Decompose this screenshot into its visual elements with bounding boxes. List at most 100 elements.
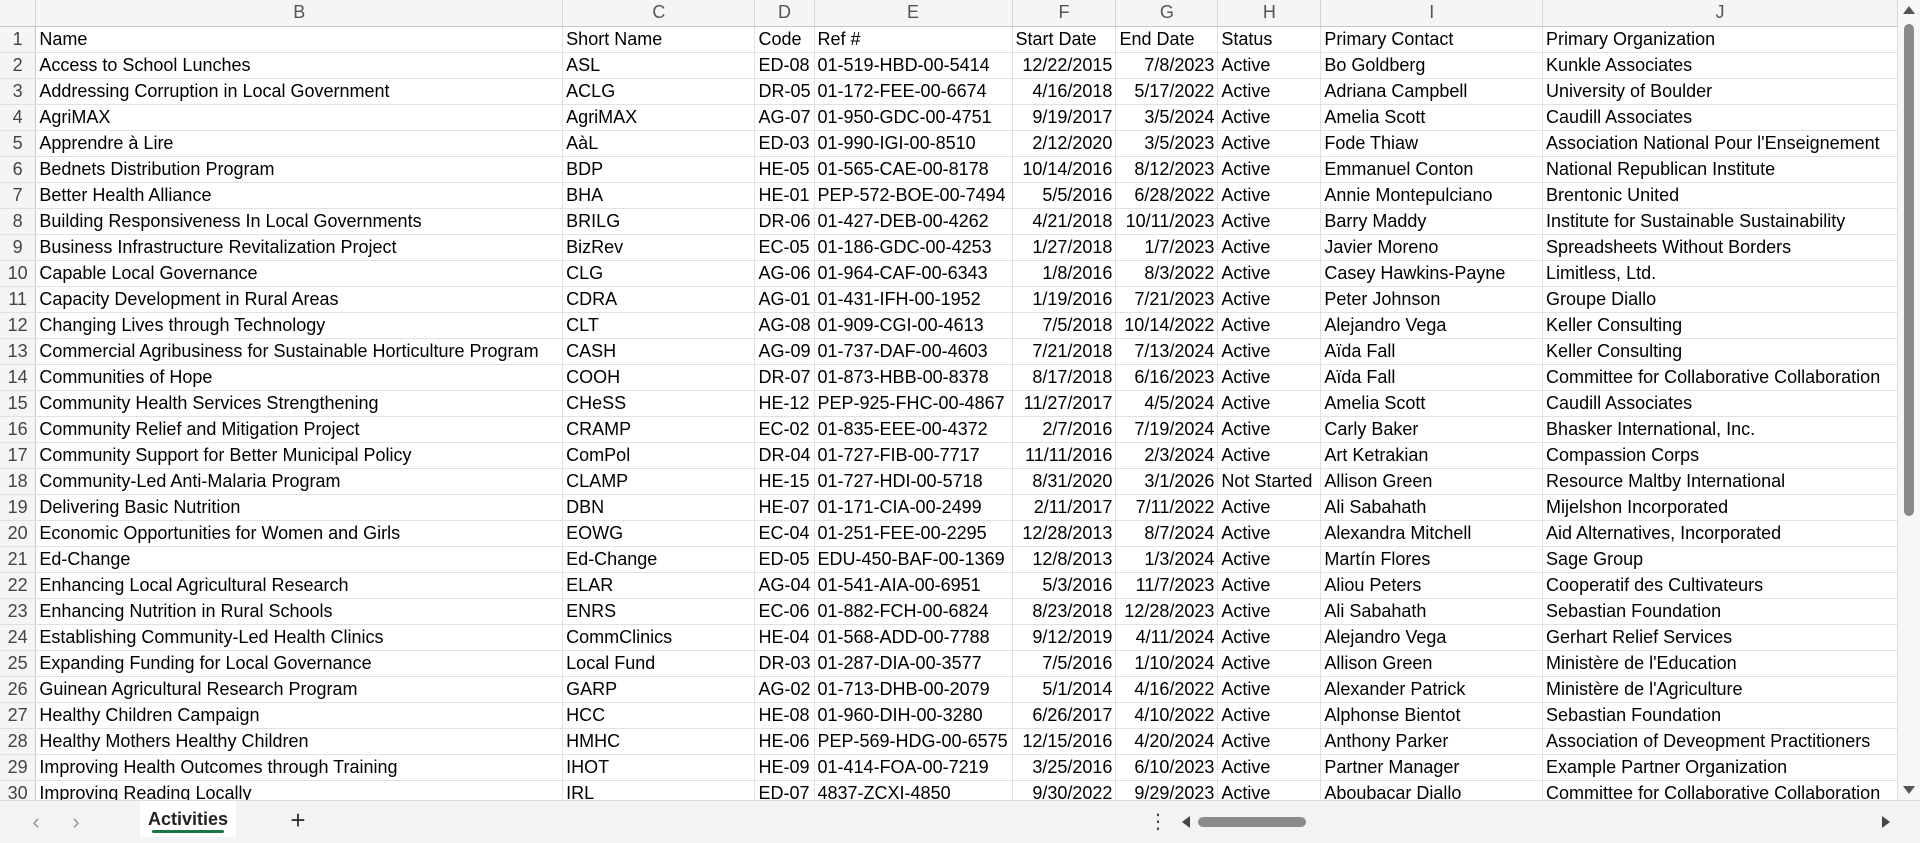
cell-c12[interactable]: CLT bbox=[562, 312, 756, 339]
cell-i24[interactable]: Alejandro Vega bbox=[1320, 624, 1544, 651]
cell-e10[interactable]: 01-964-CAF-00-6343 bbox=[814, 260, 1013, 287]
row-header[interactable]: 30 bbox=[0, 780, 37, 800]
cell-i26[interactable]: Alexander Patrick bbox=[1320, 676, 1544, 703]
cell-c20[interactable]: EOWG bbox=[562, 520, 756, 547]
row-header[interactable]: 4 bbox=[0, 104, 37, 131]
cell-i13[interactable]: Aïda Fall bbox=[1320, 338, 1544, 365]
cell-f19[interactable]: 2/11/2017 bbox=[1012, 494, 1117, 521]
cell-i11[interactable]: Peter Johnson bbox=[1320, 286, 1544, 313]
cell-d2[interactable]: ED-08 bbox=[754, 52, 815, 79]
cell-j8[interactable]: Institute for Sustainable Sustainability bbox=[1542, 208, 1898, 235]
cell-b8[interactable]: Building Responsiveness In Local Governm… bbox=[35, 208, 564, 235]
cell-g7[interactable]: 6/28/2022 bbox=[1115, 182, 1219, 209]
cell-f30[interactable]: 9/30/2022 bbox=[1012, 780, 1117, 800]
cell-j18[interactable]: Resource Maltby International bbox=[1542, 468, 1898, 495]
cell-f18[interactable]: 8/31/2020 bbox=[1012, 468, 1117, 495]
cell-f11[interactable]: 1/19/2016 bbox=[1012, 286, 1117, 313]
cell-j6[interactable]: National Republican Institute bbox=[1542, 156, 1898, 183]
cell-f16[interactable]: 2/7/2016 bbox=[1012, 416, 1117, 443]
cell-b22[interactable]: Enhancing Local Agricultural Research bbox=[35, 572, 564, 599]
cell-j1[interactable]: Primary Organization bbox=[1542, 26, 1898, 53]
cell-j28[interactable]: Association of Deveopment Practitioners bbox=[1542, 728, 1898, 755]
cell-j21[interactable]: Sage Group bbox=[1542, 546, 1898, 573]
cell-d26[interactable]: AG-02 bbox=[754, 676, 815, 703]
cell-e22[interactable]: 01-541-AIA-00-6951 bbox=[814, 572, 1013, 599]
scroll-up-arrow-icon[interactable] bbox=[1903, 6, 1915, 14]
cell-g11[interactable]: 7/21/2023 bbox=[1115, 286, 1219, 313]
cell-j14[interactable]: Committee for Collaborative Collaboratio… bbox=[1542, 364, 1898, 391]
cell-e19[interactable]: 01-171-CIA-00-2499 bbox=[814, 494, 1013, 521]
cell-j17[interactable]: Compassion Corps bbox=[1542, 442, 1898, 469]
cell-h27[interactable]: Active bbox=[1217, 702, 1322, 729]
cell-g8[interactable]: 10/11/2023 bbox=[1115, 208, 1219, 235]
cell-e20[interactable]: 01-251-FEE-00-2295 bbox=[814, 520, 1013, 547]
cell-b21[interactable]: Ed-Change bbox=[35, 546, 564, 573]
cell-g14[interactable]: 6/16/2023 bbox=[1115, 364, 1219, 391]
cell-j16[interactable]: Bhasker International, Inc. bbox=[1542, 416, 1898, 443]
cell-j10[interactable]: Limitless, Ltd. bbox=[1542, 260, 1898, 287]
vertical-scroll-thumb[interactable] bbox=[1904, 24, 1914, 516]
cell-j19[interactable]: Mijelshon Incorporated bbox=[1542, 494, 1898, 521]
cell-g6[interactable]: 8/12/2023 bbox=[1115, 156, 1219, 183]
vertical-scrollbar[interactable] bbox=[1898, 0, 1920, 800]
cell-b17[interactable]: Community Support for Better Municipal P… bbox=[35, 442, 564, 469]
cell-h3[interactable]: Active bbox=[1217, 78, 1322, 105]
cell-i27[interactable]: Alphonse Bientot bbox=[1320, 702, 1544, 729]
row-header[interactable]: 13 bbox=[0, 338, 37, 365]
row-header[interactable]: 12 bbox=[0, 312, 37, 339]
cell-g4[interactable]: 3/5/2024 bbox=[1115, 104, 1219, 131]
column-header-g[interactable]: G bbox=[1115, 0, 1219, 27]
cell-b2[interactable]: Access to School Lunches bbox=[35, 52, 564, 79]
cell-c26[interactable]: GARP bbox=[562, 676, 756, 703]
cell-d16[interactable]: EC-02 bbox=[754, 416, 815, 443]
cell-j9[interactable]: Spreadsheets Without Borders bbox=[1542, 234, 1898, 261]
row-header[interactable]: 5 bbox=[0, 130, 37, 157]
cell-g30[interactable]: 9/29/2023 bbox=[1115, 780, 1219, 800]
cell-c17[interactable]: ComPol bbox=[562, 442, 756, 469]
cell-f10[interactable]: 1/8/2016 bbox=[1012, 260, 1117, 287]
cell-b6[interactable]: Bednets Distribution Program bbox=[35, 156, 564, 183]
cell-b29[interactable]: Improving Health Outcomes through Traini… bbox=[35, 754, 564, 781]
cell-d29[interactable]: HE-09 bbox=[754, 754, 815, 781]
row-header[interactable]: 3 bbox=[0, 78, 37, 105]
column-header-j[interactable]: J bbox=[1542, 0, 1898, 27]
cell-c16[interactable]: CRAMP bbox=[562, 416, 756, 443]
row-header[interactable]: 9 bbox=[0, 234, 37, 261]
cell-d27[interactable]: HE-08 bbox=[754, 702, 815, 729]
cell-i3[interactable]: Adriana Campbell bbox=[1320, 78, 1544, 105]
cell-c18[interactable]: CLAMP bbox=[562, 468, 756, 495]
cell-i10[interactable]: Casey Hawkins-Payne bbox=[1320, 260, 1544, 287]
plus-icon[interactable]: + bbox=[284, 807, 312, 835]
cell-b28[interactable]: Healthy Mothers Healthy Children bbox=[35, 728, 564, 755]
cell-c9[interactable]: BizRev bbox=[562, 234, 756, 261]
cell-g5[interactable]: 3/5/2023 bbox=[1115, 130, 1219, 157]
cell-g28[interactable]: 4/20/2024 bbox=[1115, 728, 1219, 755]
cell-i7[interactable]: Annie Montepulciano bbox=[1320, 182, 1544, 209]
row-header[interactable]: 15 bbox=[0, 390, 37, 417]
cell-b7[interactable]: Better Health Alliance bbox=[35, 182, 564, 209]
cell-d7[interactable]: HE-01 bbox=[754, 182, 815, 209]
cell-f28[interactable]: 12/15/2016 bbox=[1012, 728, 1117, 755]
row-header[interactable]: 29 bbox=[0, 754, 37, 781]
cell-g16[interactable]: 7/19/2024 bbox=[1115, 416, 1219, 443]
cell-j20[interactable]: Aid Alternatives, Incorporated bbox=[1542, 520, 1898, 547]
row-header[interactable]: 20 bbox=[0, 520, 37, 547]
cell-i18[interactable]: Allison Green bbox=[1320, 468, 1544, 495]
cell-j3[interactable]: University of Boulder bbox=[1542, 78, 1898, 105]
cell-d25[interactable]: DR-03 bbox=[754, 650, 815, 677]
cell-j27[interactable]: Sebastian Foundation bbox=[1542, 702, 1898, 729]
cell-b16[interactable]: Community Relief and Mitigation Project bbox=[35, 416, 564, 443]
cell-g19[interactable]: 7/11/2022 bbox=[1115, 494, 1219, 521]
cell-d14[interactable]: DR-07 bbox=[754, 364, 815, 391]
cell-d4[interactable]: AG-07 bbox=[754, 104, 815, 131]
cell-d10[interactable]: AG-06 bbox=[754, 260, 815, 287]
cell-e11[interactable]: 01-431-IFH-00-1952 bbox=[814, 286, 1013, 313]
cell-g23[interactable]: 12/28/2023 bbox=[1115, 598, 1219, 625]
row-header[interactable]: 1 bbox=[0, 26, 37, 53]
cell-h25[interactable]: Active bbox=[1217, 650, 1322, 677]
column-header-i[interactable]: I bbox=[1320, 0, 1544, 27]
cell-i6[interactable]: Emmanuel Conton bbox=[1320, 156, 1544, 183]
cell-f12[interactable]: 7/5/2018 bbox=[1012, 312, 1117, 339]
cell-h9[interactable]: Active bbox=[1217, 234, 1322, 261]
cell-f25[interactable]: 7/5/2016 bbox=[1012, 650, 1117, 677]
